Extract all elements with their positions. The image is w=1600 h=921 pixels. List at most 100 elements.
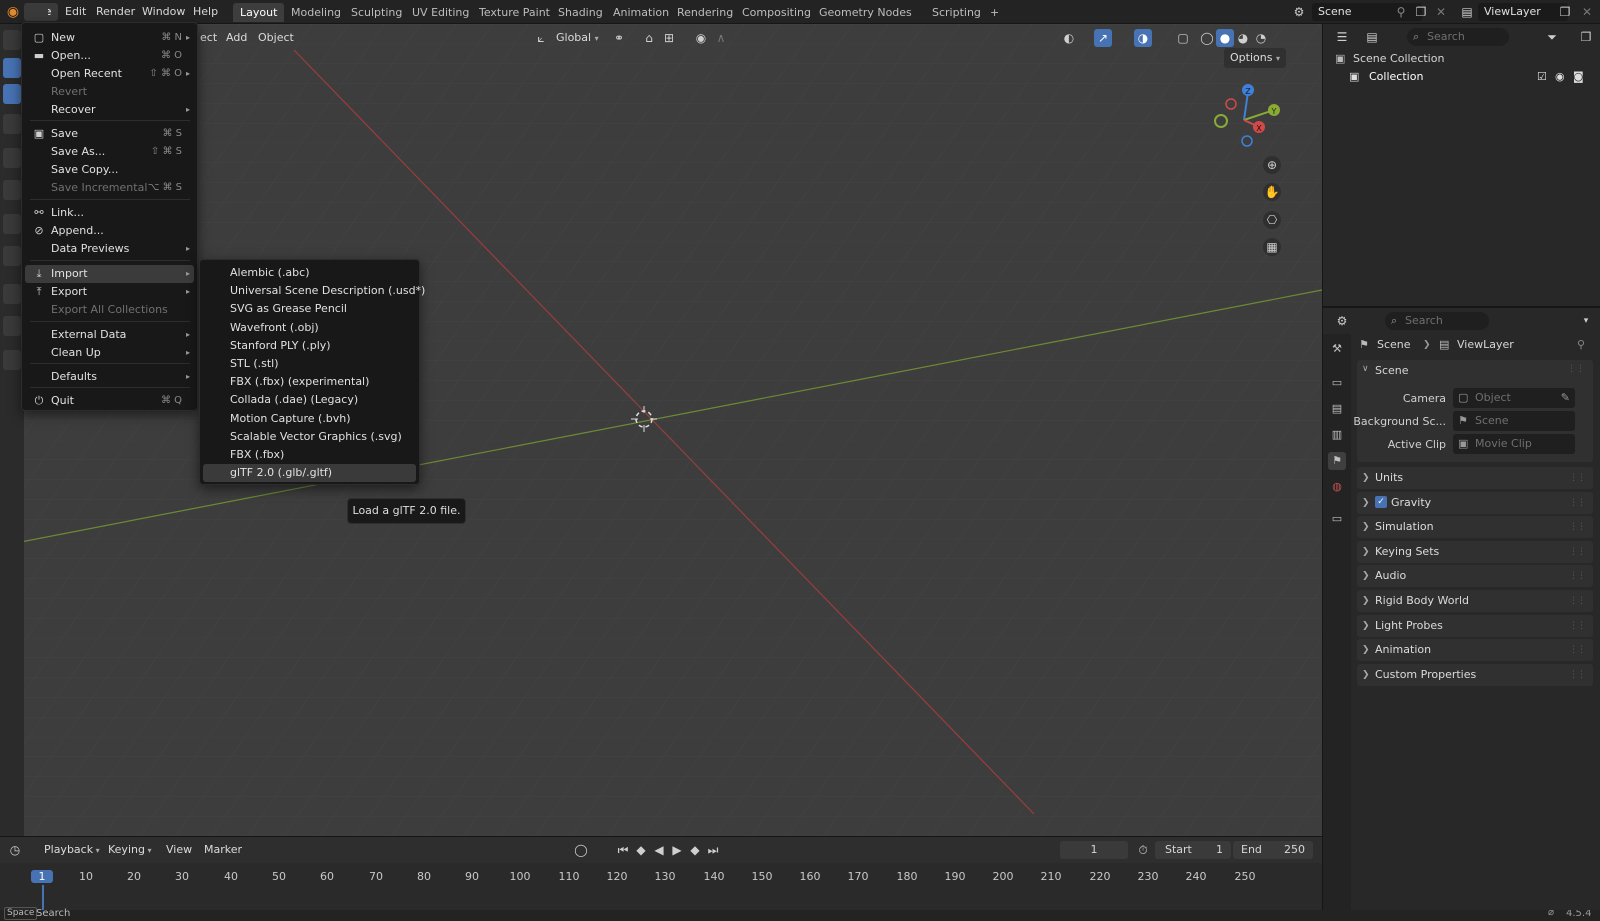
select-box-tool-icon[interactable] [3,58,21,78]
stopwatch-icon[interactable]: ⏱ [1134,841,1152,859]
pan-hand-icon[interactable]: ✋ [1263,183,1281,201]
jump-start-icon[interactable]: ⏮ [614,841,632,859]
file-menu-item-new[interactable]: ▢ New ⌘ N ▸ [25,29,194,47]
scene-tab-icon[interactable]: ⚑ [1328,452,1346,470]
drag-grip-icon[interactable]: ⋮⋮ [1569,565,1586,587]
add-cube-tool-icon[interactable] [3,350,21,370]
import-item-stl-stl[interactable]: STL (.stl) [203,355,416,373]
solid-shading-icon[interactable]: ● [1216,29,1234,47]
import-item-fbx-fbx-experimental[interactable]: FBX (.fbx) (experimental) [203,373,416,391]
scene-panel-title[interactable]: Scene [1375,364,1409,377]
file-menu-item-defaults[interactable]: Defaults ▸ [25,368,194,386]
new-view-layer-icon[interactable]: ❐ [1556,3,1574,21]
rotate-tool-icon[interactable] [3,180,21,200]
eyedropper-icon[interactable]: ✎ [1561,388,1570,408]
select-tool-icon[interactable] [3,84,21,104]
import-item-universal-scene-description-usd[interactable]: Universal Scene Description (.usd*) [203,282,425,300]
outliner-editor-icon[interactable]: ☰ [1333,28,1351,46]
panel-animation[interactable]: ❯ Animation ⋮⋮ [1357,639,1593,662]
tab-animation[interactable]: Animation [606,3,676,22]
import-item-alembic-abc[interactable]: Alembic (.abc) [203,264,416,282]
panel-custom-properties[interactable]: ❯ Custom Properties ⋮⋮ [1357,663,1593,686]
render-tab-icon[interactable]: ▭ [1328,374,1346,392]
keying-menu[interactable]: Keying ▾ [102,840,158,860]
properties-search-field[interactable]: ⌕ Search [1385,312,1489,330]
view-layer-field[interactable]: ViewLayer [1478,3,1568,21]
file-menu-item-import[interactable]: ⤓ Import ▸ [25,265,194,283]
panel-audio[interactable]: ❯ Audio ⋮⋮ [1357,565,1593,588]
perspective-toggle-icon[interactable]: ▦ [1263,238,1281,256]
drag-grip-icon[interactable]: ⋮⋮ [1569,467,1586,489]
visibility-icon[interactable]: ◐ [1060,29,1078,47]
tab-rendering[interactable]: Rendering [670,3,740,22]
camera-view-icon[interactable]: ⎔ [1263,211,1281,229]
current-frame-field[interactable]: 1 [1060,841,1128,859]
panel-light-probes[interactable]: ❯ Light Probes ⋮⋮ [1357,614,1593,637]
drag-grip-icon[interactable]: ⋮⋮ [1567,364,1585,374]
delete-scene-icon[interactable]: ✕ [1432,3,1450,21]
tab-uv-editing[interactable]: UV Editing [405,3,476,22]
collection-tab-icon[interactable]: ▭ [1328,510,1346,528]
options-dropdown[interactable]: Options ▾ [1224,48,1286,68]
file-menu-item-link[interactable]: ⚯ Link... [25,204,194,222]
panel-units[interactable]: ❯ Units ⋮⋮ [1357,467,1593,489]
import-item-fbx-fbx[interactable]: FBX (.fbx) [203,446,416,464]
file-menu-item-recover[interactable]: Recover ▸ [25,101,194,119]
import-item-svg-as-grease-pencil[interactable]: SVG as Grease Pencil [203,300,416,318]
transform-tool-icon[interactable] [3,246,21,266]
tab-modeling[interactable]: Modeling [284,3,348,22]
panel-gravity[interactable]: ❯ ✓ Gravity ⋮⋮ [1357,491,1593,514]
jump-next-keyframe-icon[interactable]: ◆ [686,841,704,859]
pivot-icon[interactable]: ⚭ [610,29,628,47]
snap-icon[interactable]: ⌂ [640,29,658,47]
drag-grip-icon[interactable]: ⋮⋮ [1569,541,1586,563]
exclude-checkbox-icon[interactable]: ☑ [1537,68,1547,86]
viewport-menu-select[interactable]: ect [194,28,223,48]
auto-keying-icon[interactable]: ◯ [572,841,590,859]
drag-grip-icon[interactable]: ⋮⋮ [1569,516,1586,538]
file-menu-item-save-copy[interactable]: Save Copy... [25,161,194,179]
tab-scripting[interactable]: Scripting [925,3,988,22]
blender-logo-icon[interactable]: ◉ [4,3,22,21]
play-reverse-icon[interactable]: ◀ [650,841,668,859]
orientation-dropdown[interactable]: Global ▾ [550,28,605,48]
overlays-icon[interactable]: ◑ [1134,29,1152,47]
snap-target-icon[interactable]: ⊞ [660,29,678,47]
chevron-down-icon[interactable]: ▾ [1577,312,1595,330]
pin-icon[interactable]: ⚲ [1392,3,1410,21]
viewport-menu-add[interactable]: Add [220,28,253,48]
panel-keying-sets[interactable]: ❯ Keying Sets ⋮⋮ [1357,540,1593,563]
menu-window[interactable]: Window [135,3,192,21]
annotate-tool-icon[interactable] [3,284,21,304]
file-menu-item-data-previews[interactable]: Data Previews ▸ [25,240,194,258]
output-tab-icon[interactable]: ▤ [1328,400,1346,418]
properties-editor-icon[interactable]: ⚙ [1333,312,1351,330]
wireframe-shading-icon[interactable]: ◯ [1198,29,1216,47]
material-shading-icon[interactable]: ◕ [1234,29,1252,47]
display-mode-icon[interactable]: ▤ [1363,28,1381,46]
editor-type-icon[interactable]: ◷ [6,841,24,859]
drag-grip-icon[interactable]: ⋮⋮ [1569,664,1586,686]
move-tool-icon[interactable] [3,148,21,168]
scene-selector-icon[interactable]: ⚙ [1290,3,1308,21]
new-collection-icon[interactable]: ❐ [1577,28,1595,46]
active-clip-field[interactable]: ▣ Movie Clip [1453,434,1575,454]
chevron-down-icon[interactable]: ∨ [1362,364,1369,374]
tab-geometry-nodes[interactable]: Geometry Nodes [812,3,919,22]
play-icon[interactable]: ▶ [668,841,686,859]
measure-tool-icon[interactable] [3,316,21,336]
scene-collection-row[interactable]: ▣ Scene Collection [1331,50,1595,68]
gravity-checkbox[interactable]: ✓ [1375,495,1387,508]
outliner-search-field[interactable]: ⌕ Search [1407,28,1509,46]
tab-sculpting[interactable]: Sculpting [344,3,409,22]
tab-compositing[interactable]: Compositing [735,3,818,22]
file-menu-item-save-as[interactable]: Save As... ⇧ ⌘ S [25,143,194,161]
menu-help[interactable]: Help [186,3,225,21]
rendered-shading-icon[interactable]: ◔ [1252,29,1270,47]
proportional-edit-icon[interactable]: ◉ [692,29,710,47]
tab-shading[interactable]: Shading [551,3,610,22]
tab-texture-paint[interactable]: Texture Paint [472,3,557,22]
scale-tool-icon[interactable] [3,214,21,234]
filter-icon[interactable]: ⏷ [1543,28,1561,46]
falloff-icon[interactable]: ∧ [712,29,730,47]
